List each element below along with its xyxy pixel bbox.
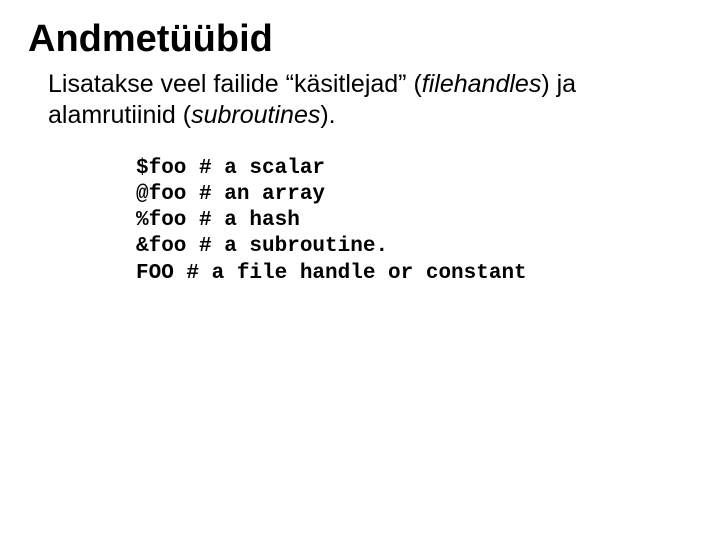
code-line-5: FOO # a file handle or constant [136, 262, 527, 285]
code-line-2: @foo # an array [136, 183, 325, 206]
body-paragraph: Lisatakse veel failide “käsitlejad” (fil… [48, 69, 668, 132]
slide: Andmetüübid Lisatakse veel failide “käsi… [0, 0, 720, 540]
code-line-1: $foo # a scalar [136, 157, 325, 180]
body-text-3: ). [320, 101, 335, 129]
body-text-1: Lisatakse veel failide “käsitlejad” ( [48, 70, 422, 98]
slide-title: Andmetüübid [28, 18, 692, 61]
body-italic-subroutines: subroutines [191, 101, 320, 129]
body-italic-filehandles: filehandles [422, 70, 542, 98]
code-line-3: %foo # a hash [136, 209, 300, 232]
code-block: $foo # a scalar @foo # an array %foo # a… [136, 156, 692, 287]
code-line-4: &foo # a subroutine. [136, 235, 388, 258]
